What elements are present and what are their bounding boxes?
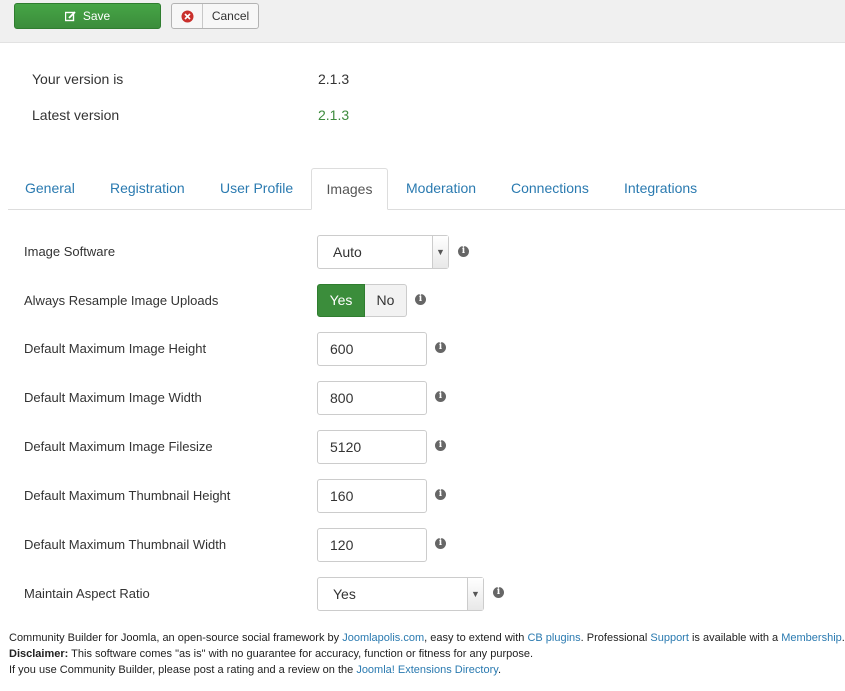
aspect-ratio-value: Yes	[333, 586, 356, 602]
save-button-label: Save	[82, 9, 111, 23]
tab-integrations[interactable]: Integrations	[624, 168, 697, 209]
image-software-value: Auto	[333, 244, 362, 260]
aspect-ratio-select[interactable]: Yes ▼	[317, 577, 484, 611]
chevron-down-icon: ▼	[432, 236, 448, 268]
footer-text: Community Builder for Joomla, an open-so…	[9, 632, 343, 644]
cb-plugins-link[interactable]: CB plugins	[527, 632, 580, 644]
info-icon[interactable]: i	[435, 538, 446, 549]
footer: Community Builder for Joomla, an open-so…	[9, 630, 845, 678]
edit-icon	[64, 10, 76, 22]
max-filesize-label: Default Maximum Image Filesize	[24, 439, 213, 454]
cancel-button-label: Cancel	[211, 9, 250, 23]
max-height-input[interactable]: 600	[317, 332, 427, 366]
footer-text: is available with a	[688, 632, 782, 644]
info-icon[interactable]: i	[435, 391, 446, 402]
info-icon[interactable]: i	[435, 440, 446, 451]
tab-general[interactable]: General	[25, 168, 75, 209]
footer-text: If you use Community Builder, please pos…	[9, 664, 357, 676]
aspect-ratio-label: Maintain Aspect Ratio	[24, 586, 150, 601]
thumb-height-label: Default Maximum Thumbnail Height	[24, 488, 231, 503]
disclaimer-label: Disclaimer:	[9, 648, 69, 660]
support-link[interactable]: Support	[650, 632, 689, 644]
tab-user-profile[interactable]: User Profile	[220, 168, 293, 209]
latest-version-label: Latest version	[32, 107, 120, 123]
tab-connections[interactable]: Connections	[511, 168, 589, 209]
image-software-select[interactable]: Auto ▼	[317, 235, 449, 269]
joomlapolis-link[interactable]: Joomlapolis.com	[342, 632, 424, 644]
chevron-down-icon: ▼	[467, 578, 483, 610]
thumb-width-label: Default Maximum Thumbnail Width	[24, 537, 227, 552]
close-circle-icon	[172, 4, 203, 28]
footer-text: . Professional	[580, 632, 651, 644]
settings-tabs: General Registration User Profile Images…	[8, 168, 845, 210]
save-button[interactable]: Save	[14, 3, 161, 29]
footer-text: .	[841, 632, 845, 644]
max-width-label: Default Maximum Image Width	[24, 390, 202, 405]
tab-registration[interactable]: Registration	[110, 168, 185, 209]
footer-line-3: If you use Community Builder, please pos…	[9, 662, 845, 678]
info-icon[interactable]: i	[415, 294, 426, 305]
max-filesize-input[interactable]: 5120	[317, 430, 427, 464]
resample-yes-button[interactable]: Yes	[317, 284, 365, 317]
jed-link[interactable]: Joomla! Extensions Directory	[356, 664, 498, 676]
info-icon[interactable]: i	[435, 342, 446, 353]
footer-text: .	[497, 664, 501, 676]
tab-moderation[interactable]: Moderation	[406, 168, 476, 209]
footer-line-1: Community Builder for Joomla, an open-so…	[9, 630, 845, 646]
resample-toggle: Yes No	[317, 284, 407, 317]
tab-images[interactable]: Images	[311, 168, 388, 210]
your-version-value: 2.1.3	[318, 71, 350, 87]
resample-label: Always Resample Image Uploads	[24, 293, 219, 308]
thumb-height-input[interactable]: 160	[317, 479, 427, 513]
footer-line-2: Disclaimer: This software comes "as is" …	[9, 646, 845, 662]
disclaimer-text: This software comes "as is" with no guar…	[68, 648, 534, 660]
image-software-label: Image Software	[24, 244, 116, 259]
latest-version-value: 2.1.3	[318, 107, 350, 123]
info-icon[interactable]: i	[435, 489, 446, 500]
resample-no-button[interactable]: No	[365, 284, 407, 317]
cancel-button[interactable]: Cancel	[171, 3, 259, 29]
your-version-label: Your version is	[32, 71, 124, 87]
info-icon[interactable]: i	[493, 587, 504, 598]
max-width-input[interactable]: 800	[317, 381, 427, 415]
info-icon[interactable]: i	[458, 246, 469, 257]
max-height-label: Default Maximum Image Height	[24, 341, 207, 356]
membership-link[interactable]: Membership	[781, 632, 842, 644]
thumb-width-input[interactable]: 120	[317, 528, 427, 562]
footer-text: , easy to extend with	[424, 632, 528, 644]
toolbar: Save Cancel	[0, 0, 845, 43]
